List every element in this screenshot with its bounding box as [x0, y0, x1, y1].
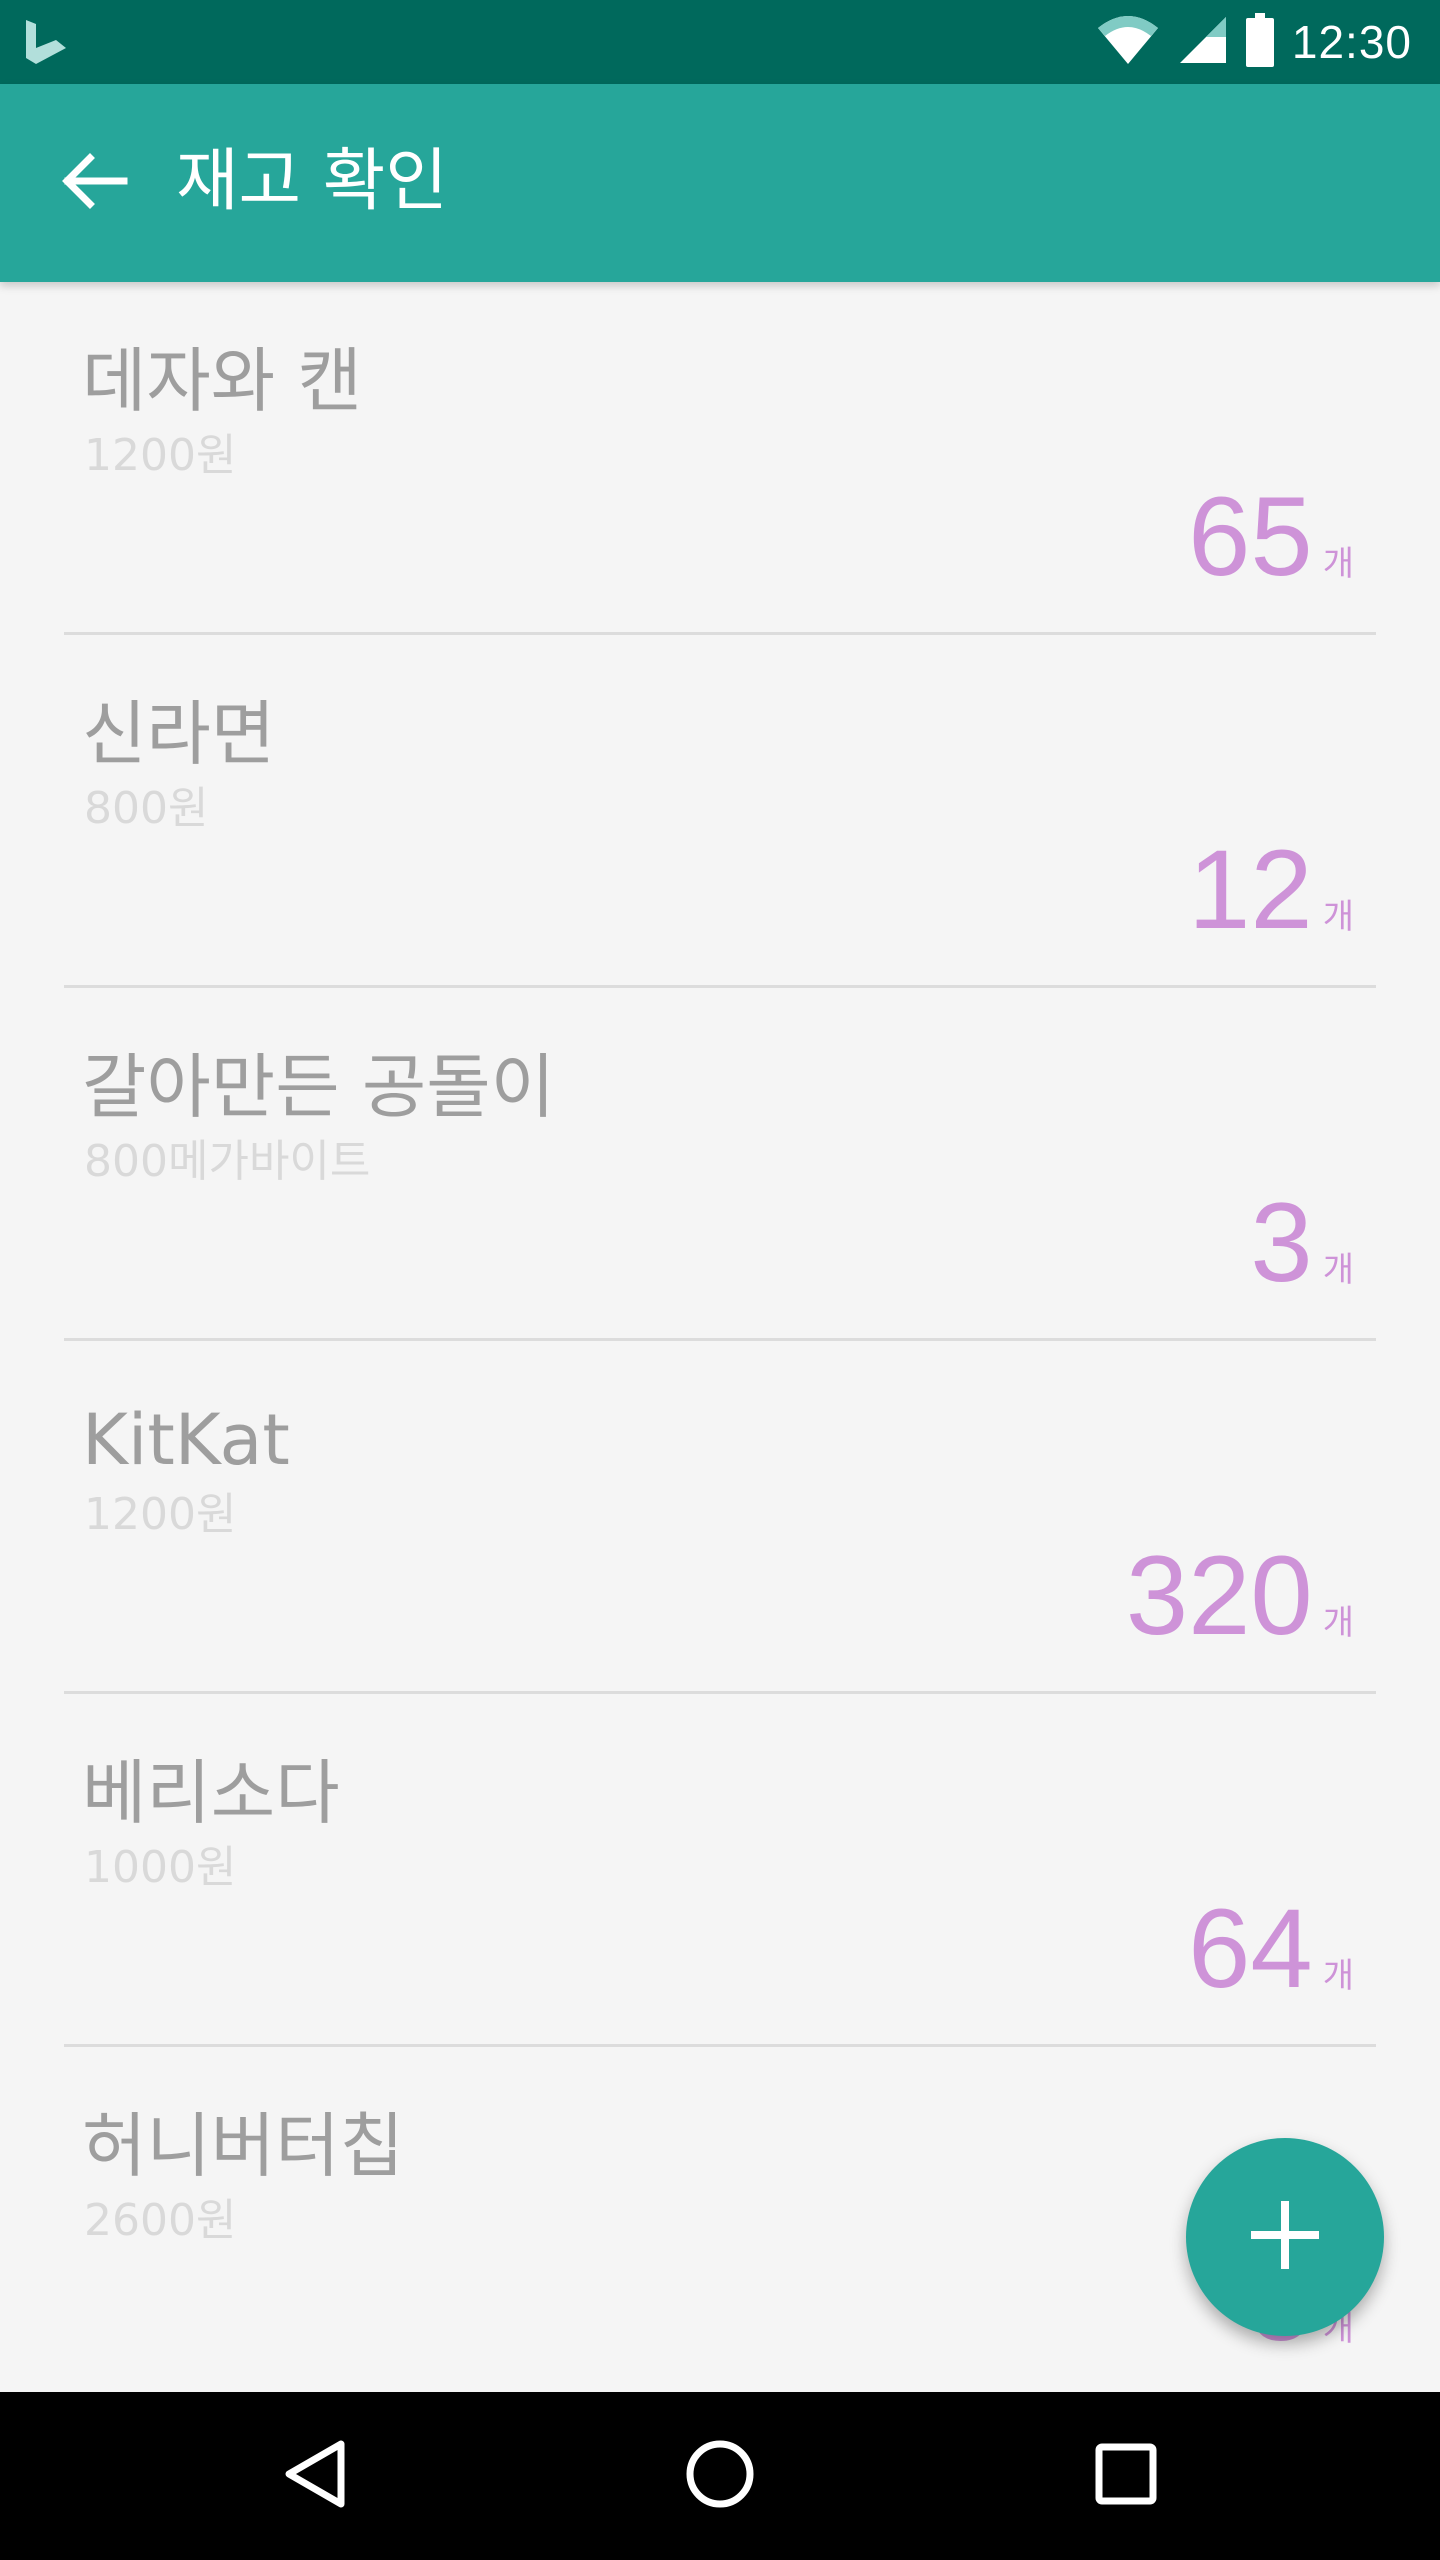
- add-item-button[interactable]: [1186, 2138, 1384, 2336]
- list-item[interactable]: 데자와 캔 1200원 65 개: [0, 282, 1440, 635]
- quantity-value: 65: [1188, 474, 1313, 599]
- quantity-unit: 개: [1322, 1956, 1354, 1996]
- item-price: 800메가바이트: [84, 1136, 371, 1187]
- quantity-unit: 개: [1322, 1603, 1354, 1643]
- item-name: 신라면: [82, 693, 276, 775]
- item-quantity: 12 개: [1188, 825, 1354, 955]
- wifi-icon: [1096, 14, 1160, 70]
- arrow-back-icon: [60, 146, 130, 220]
- status-time: 12:30: [1291, 16, 1412, 68]
- list-item[interactable]: 신라면 800원 12 개: [0, 635, 1440, 988]
- quantity-value: 64: [1188, 1886, 1313, 2011]
- item-name: 갈아만든 공돌이: [82, 1046, 556, 1128]
- status-bar: 12:30: [0, 0, 1440, 84]
- list-item[interactable]: 갈아만든 공돌이 800메가바이트 3 개: [0, 988, 1440, 1341]
- inventory-list: 데자와 캔 1200원 65 개 신라면 800원 12 개 갈아만든 공돌이 …: [0, 282, 1440, 2400]
- item-quantity: 320 개: [1126, 1531, 1354, 1661]
- quantity-value: 320: [1125, 1533, 1313, 1658]
- quantity-unit: 개: [1322, 544, 1354, 584]
- nav-back-button[interactable]: [255, 2416, 375, 2536]
- app-bar: 재고 확인: [0, 84, 1440, 282]
- item-price: 1000원: [84, 1842, 237, 1893]
- item-name: 베리소다: [82, 1752, 340, 1834]
- page-title: 재고 확인: [176, 142, 448, 221]
- navigation-bar: [0, 2392, 1440, 2560]
- list-item[interactable]: 베리소다 1000원 64 개: [0, 1694, 1440, 2047]
- quantity-unit: 개: [1322, 897, 1354, 937]
- back-button[interactable]: [50, 138, 140, 228]
- list-item[interactable]: KitKat 1200원 320 개: [0, 1341, 1440, 1694]
- bing-logo-icon: [22, 18, 74, 68]
- item-name: KitKat: [82, 1399, 290, 1481]
- item-name: 허니버터칩: [82, 2105, 404, 2187]
- item-price: 2600원: [84, 2195, 237, 2246]
- status-icons: 12:30: [1096, 0, 1412, 84]
- recents-square-icon: [1095, 2443, 1157, 2509]
- signal-icon: [1178, 15, 1228, 69]
- nav-recents-button[interactable]: [1066, 2416, 1186, 2536]
- item-price: 800원: [84, 783, 209, 834]
- plus-icon: [1247, 2197, 1323, 2277]
- screen: 12:30 재고 확인 데자와 캔 1200원 65 개 신라면 800원 12…: [0, 0, 1440, 2560]
- item-name: 데자와 캔: [82, 340, 362, 422]
- item-quantity: 64 개: [1188, 1884, 1354, 2014]
- battery-icon: [1245, 13, 1274, 71]
- nav-home-button[interactable]: [660, 2416, 780, 2536]
- item-quantity: 3 개: [1250, 1178, 1354, 1308]
- item-price: 1200원: [84, 1489, 237, 1540]
- back-triangle-icon: [283, 2439, 347, 2513]
- quantity-unit: 개: [1322, 1250, 1354, 1290]
- quantity-value: 3: [1250, 1180, 1313, 1305]
- item-quantity: 65 개: [1188, 472, 1354, 602]
- home-circle-icon: [685, 2439, 755, 2513]
- quantity-value: 12: [1188, 827, 1313, 952]
- item-price: 1200원: [84, 430, 237, 481]
